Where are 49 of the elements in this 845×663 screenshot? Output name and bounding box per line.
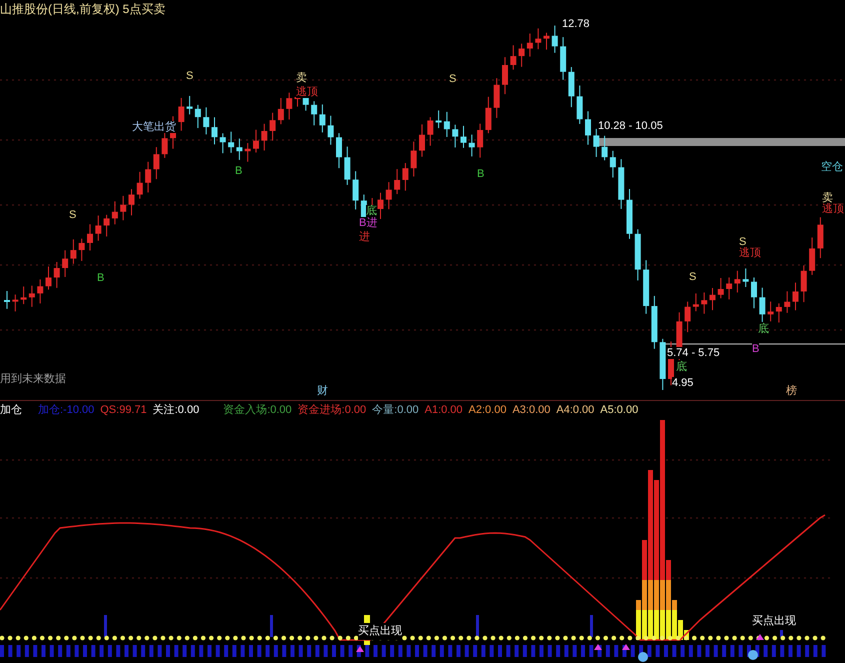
chart-label: S [739, 236, 746, 248]
signal-label: 买点出现 [358, 623, 402, 640]
chart-label: 12.78 [562, 18, 590, 30]
signal-label: 买点出现 [752, 613, 796, 630]
ball-marker [638, 652, 648, 662]
chart-label: S [449, 73, 456, 85]
chart-label: 卖 [822, 192, 833, 204]
indicator-value: A4:0.00 [556, 403, 594, 418]
chart-label: B [235, 165, 242, 177]
chart-label: B [477, 168, 484, 180]
chart-label: B进 [359, 217, 378, 229]
chart-label: 财 [317, 385, 328, 397]
indicator-value: 关注:0.00 [152, 402, 200, 418]
indicator-name: 加仓 [0, 403, 22, 418]
chart-label: S [69, 209, 76, 221]
chart-label: 逃顶 [739, 247, 761, 259]
chart-label: 榜 [786, 385, 797, 397]
chart-label: 逃顶 [296, 86, 318, 98]
chart-label: 底 [366, 205, 377, 217]
chart-label: 用到未来数据 [0, 373, 66, 385]
chart-label: S [689, 271, 696, 283]
triangle-marker [594, 644, 602, 650]
chart-label: 大笔出货 [132, 121, 176, 133]
indicator-value: A5:0.00 [600, 403, 638, 418]
chart-label: 底 [676, 361, 687, 373]
indicator-value: 今量:0.00 [372, 403, 419, 418]
chart-label: S [186, 70, 194, 82]
chart-label: 底 [758, 323, 769, 335]
indicator-value: A1:0.00 [424, 403, 463, 418]
indicator-value: 加仓:-10.00 [38, 403, 94, 418]
ball-marker [748, 650, 758, 660]
chart-label: 空仓 [821, 161, 843, 173]
indicator-value: QS:99.71 [100, 403, 147, 418]
indicator-value: 资金入场:0.00 [223, 403, 292, 418]
chart-label: 4.95 [672, 377, 694, 389]
indicator-value: A2:0.00 [468, 403, 506, 418]
chart-label: 卖 [296, 72, 307, 84]
indicator-value: 资金进场:0.00 [298, 403, 366, 418]
triangle-marker [622, 644, 630, 650]
indicator-value: A3:0.00 [512, 403, 550, 418]
chart-title: 山推股份(日线,前复权) 5点买卖 [0, 1, 166, 18]
chart-label: 逃顶 [822, 203, 844, 215]
chart-label: 5.74 - 5.75 [667, 347, 720, 359]
chart-label: B [97, 272, 104, 284]
chart-label: 进 [359, 231, 370, 243]
triangle-marker [756, 634, 764, 640]
chart-label: B [752, 343, 760, 355]
triangle-marker [356, 646, 364, 652]
chart-label: 10.28 - 10.05 [598, 120, 663, 132]
